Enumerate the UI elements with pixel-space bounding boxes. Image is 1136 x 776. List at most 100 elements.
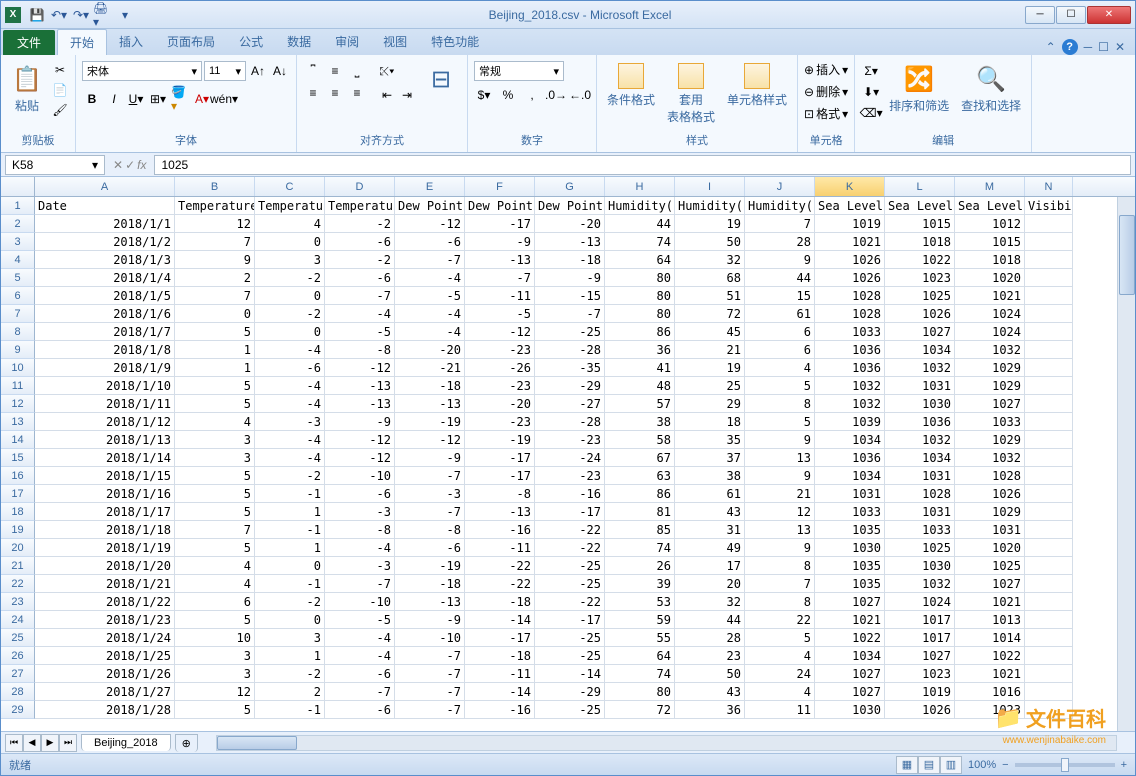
cell[interactable]: Temperatu — [255, 197, 325, 215]
cell[interactable]: -29 — [535, 683, 605, 701]
cell[interactable]: 1 — [255, 647, 325, 665]
new-sheet-button[interactable]: ⊕ — [175, 734, 198, 752]
cell[interactable]: 1015 — [955, 233, 1025, 251]
cell[interactable]: -19 — [395, 557, 465, 575]
cell[interactable]: 1036 — [815, 341, 885, 359]
align-center-icon[interactable]: ≡ — [325, 83, 345, 103]
minimize-button[interactable]: ─ — [1025, 6, 1055, 24]
cell[interactable]: 1019 — [815, 215, 885, 233]
cell[interactable]: 1033 — [885, 521, 955, 539]
cell[interactable]: -10 — [325, 593, 395, 611]
col-header-G[interactable]: G — [535, 177, 605, 196]
qat-dropdown-icon[interactable]: ▾ — [115, 5, 135, 25]
cell[interactable]: 29 — [675, 395, 745, 413]
cell[interactable]: -13 — [395, 593, 465, 611]
autosum-button[interactable]: Σ▾ — [861, 61, 881, 81]
cell[interactable]: 74 — [605, 233, 675, 251]
cell[interactable]: 5 — [175, 395, 255, 413]
help-icon[interactable]: ? — [1062, 39, 1078, 55]
cell[interactable]: 61 — [745, 305, 815, 323]
cell[interactable]: 1032 — [815, 377, 885, 395]
cell[interactable]: 80 — [605, 305, 675, 323]
cell[interactable]: -13 — [465, 251, 535, 269]
cell[interactable]: -4 — [325, 539, 395, 557]
cell[interactable]: 2018/1/7 — [35, 323, 175, 341]
cell[interactable]: -11 — [465, 287, 535, 305]
row-header[interactable]: 15 — [1, 449, 35, 467]
cell[interactable] — [1025, 647, 1073, 665]
cell[interactable]: 7 — [175, 233, 255, 251]
cell[interactable]: -13 — [395, 395, 465, 413]
cell[interactable]: 1034 — [815, 647, 885, 665]
cell[interactable]: 1034 — [885, 341, 955, 359]
accept-formula-icon[interactable]: ✓ — [125, 158, 135, 172]
wrap-merge-button[interactable]: ⊟ — [421, 61, 461, 97]
cell[interactable]: 41 — [605, 359, 675, 377]
cell[interactable]: 1026 — [815, 269, 885, 287]
cell[interactable] — [1025, 593, 1073, 611]
grow-font-icon[interactable]: A↑ — [248, 61, 268, 81]
cell[interactable]: 12 — [175, 683, 255, 701]
tab-0[interactable]: 开始 — [57, 29, 107, 55]
row-header[interactable]: 1 — [1, 197, 35, 215]
cell[interactable]: 5 — [745, 377, 815, 395]
tab-5[interactable]: 审阅 — [323, 29, 371, 55]
cell[interactable]: -8 — [325, 521, 395, 539]
cell[interactable]: -5 — [325, 323, 395, 341]
cell[interactable]: -18 — [395, 377, 465, 395]
cell[interactable]: -27 — [535, 395, 605, 413]
align-middle-icon[interactable]: ≡ — [325, 61, 345, 81]
cell[interactable]: 1 — [175, 341, 255, 359]
cell[interactable]: -3 — [325, 503, 395, 521]
cell[interactable]: 43 — [675, 503, 745, 521]
cell[interactable]: 64 — [605, 647, 675, 665]
cell[interactable]: 49 — [675, 539, 745, 557]
cell[interactable]: -4 — [395, 269, 465, 287]
row-header[interactable]: 5 — [1, 269, 35, 287]
cell[interactable]: 2018/1/13 — [35, 431, 175, 449]
cell[interactable]: 1019 — [885, 683, 955, 701]
delete-cells-button[interactable]: ⊖ 删除 ▾ — [804, 83, 848, 100]
cell[interactable]: Date — [35, 197, 175, 215]
ribbon-minimize-icon[interactable]: ⌃ — [1046, 40, 1056, 54]
comma-button[interactable]: , — [522, 85, 542, 105]
cell[interactable]: 1032 — [885, 431, 955, 449]
row-header[interactable]: 19 — [1, 521, 35, 539]
cell[interactable]: -12 — [395, 431, 465, 449]
row-header[interactable]: 24 — [1, 611, 35, 629]
currency-button[interactable]: $▾ — [474, 85, 494, 105]
cell[interactable]: -2 — [255, 467, 325, 485]
cell[interactable] — [1025, 539, 1073, 557]
cell[interactable]: 17 — [675, 557, 745, 575]
cell[interactable]: -28 — [535, 413, 605, 431]
row-header[interactable]: 8 — [1, 323, 35, 341]
cell[interactable]: 1023 — [955, 701, 1025, 719]
cell[interactable]: -4 — [255, 449, 325, 467]
cell[interactable]: 1027 — [955, 395, 1025, 413]
cell[interactable]: 2018/1/28 — [35, 701, 175, 719]
cell[interactable]: 8 — [745, 593, 815, 611]
font-size-select[interactable]: 11 ▾ — [204, 61, 246, 81]
row-header[interactable]: 26 — [1, 647, 35, 665]
copy-icon[interactable]: 📄 — [51, 81, 69, 99]
cell[interactable]: 4 — [745, 647, 815, 665]
cell[interactable]: 72 — [605, 701, 675, 719]
cell[interactable] — [1025, 215, 1073, 233]
cell[interactable]: 1035 — [815, 521, 885, 539]
cell[interactable]: 4 — [745, 683, 815, 701]
cell[interactable]: 1016 — [955, 683, 1025, 701]
cell[interactable]: -6 — [395, 539, 465, 557]
cell[interactable]: Sea Level — [815, 197, 885, 215]
cell[interactable]: 59 — [605, 611, 675, 629]
cell[interactable]: -22 — [535, 521, 605, 539]
cell[interactable]: 1036 — [815, 449, 885, 467]
paste-button[interactable]: 📋 粘贴 — [7, 61, 47, 116]
grid-rows[interactable]: 1DateTemperatureTemperatuTemperatuDew Po… — [1, 197, 1135, 731]
cell[interactable]: 2018/1/17 — [35, 503, 175, 521]
cell[interactable]: 32 — [675, 251, 745, 269]
formula-input[interactable]: 1025 — [154, 155, 1131, 175]
cell[interactable]: 1028 — [955, 467, 1025, 485]
cell[interactable]: -23 — [535, 431, 605, 449]
sheet-prev-icon[interactable]: ◀ — [23, 734, 41, 752]
cell[interactable] — [1025, 233, 1073, 251]
